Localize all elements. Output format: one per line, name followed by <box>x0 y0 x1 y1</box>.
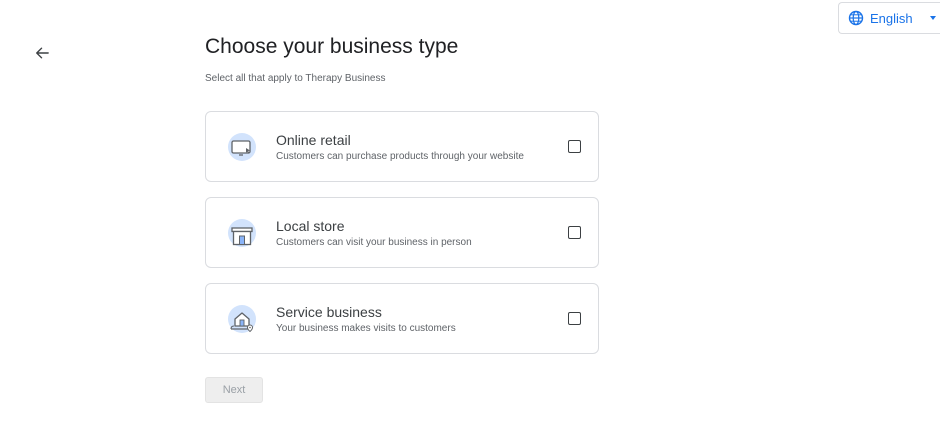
option-label: Service business <box>276 304 382 320</box>
option-description: Customers can visit your business in per… <box>276 237 472 248</box>
chevron-down-icon <box>930 16 936 20</box>
online-retail-icon <box>227 132 257 162</box>
next-button[interactable]: Next <box>205 377 263 403</box>
option-card-online-retail[interactable]: Online retail Customers can purchase pro… <box>205 111 599 182</box>
storefront-icon <box>227 218 257 248</box>
option-label: Local store <box>276 218 345 234</box>
option-card-local-store[interactable]: Local store Customers can visit your bus… <box>205 197 599 268</box>
option-description: Your business makes visits to customers <box>276 323 456 334</box>
back-button[interactable] <box>30 41 54 65</box>
page-title: Choose your business type <box>205 35 459 58</box>
option-description: Customers can purchase products through … <box>276 151 524 162</box>
option-card-service-business[interactable]: Service business Your business makes vis… <box>205 283 599 354</box>
page-subtitle: Select all that apply to Therapy Busines… <box>205 73 386 84</box>
globe-icon <box>848 10 864 26</box>
online-retail-checkbox[interactable] <box>568 140 581 153</box>
option-label: Online retail <box>276 132 351 148</box>
language-selector[interactable]: English <box>838 2 940 34</box>
local-store-checkbox[interactable] <box>568 226 581 239</box>
service-business-checkbox[interactable] <box>568 312 581 325</box>
arrow-back-icon <box>36 47 49 59</box>
service-home-icon <box>227 304 257 334</box>
language-label: English <box>870 10 913 26</box>
